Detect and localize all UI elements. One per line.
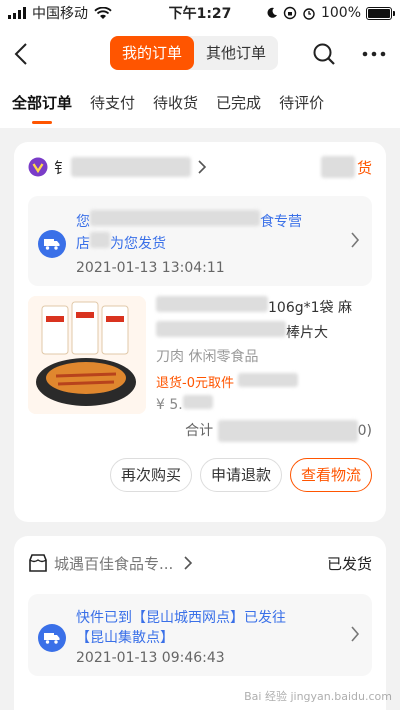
store-icon [29,554,47,572]
order-status: 货 [320,156,372,178]
product-image[interactable] [28,296,146,414]
product-title: 106g*1袋 麻 [156,296,372,317]
logistics-panel[interactable]: 您食专营 店为您发货 2021-01-13 13:04:11 [28,196,372,286]
order-card[interactable]: 钅 货 您食专营 店为您发货 2021-01-13 13:04:11 106g*… [14,142,386,522]
shop-name[interactable]: 城遇百佳食品专... [54,553,173,574]
order-type-switch: 我的订单 其他订单 [110,36,279,70]
tab-pending-review[interactable]: 待评价 [279,82,324,128]
order-status: 已发货 [326,554,372,573]
truck-icon [38,624,66,652]
tab-my-orders[interactable]: 我的订单 [110,36,195,70]
tab-pending-payment[interactable]: 待支付 [90,82,135,128]
chevron-right-icon [351,626,360,642]
alarm-icon [303,8,315,20]
view-logistics-button[interactable]: 查看物流 [289,458,372,492]
chevron-left-icon [14,43,27,65]
lock-rotation-icon [283,6,297,20]
redacted-total [217,420,358,442]
product-info: 106g*1袋 麻 棒片大 刀肉 休闲零食品 退货-0元取件 ¥ 5. [156,296,372,414]
battery-icon [366,6,395,20]
status-bar: 中国移动 下午1:27 100% [0,0,400,26]
return-tag: 退货-0元取件 [156,372,372,391]
product-title-line3: 刀肉 休闲零食品 [156,349,259,365]
tab-other-orders[interactable]: 其他订单 [194,36,278,70]
logistics-text: 快件已到【昆山城西网点】已发往【昆山集散点】 [76,610,286,646]
shop-header[interactable]: 城遇百佳食品专... 已发货 [14,536,386,590]
redacted-status [320,156,355,178]
logistics-time: 2021-01-13 13:04:11 [76,260,225,276]
tab-completed[interactable]: 已完成 [216,82,261,128]
shop-name[interactable]: 钅 [54,157,69,178]
chevron-right-icon [184,556,193,570]
watermark: Bai 经验 jingyan.baidu.com [244,690,392,703]
tab-pending-receipt[interactable]: 待收货 [153,82,198,128]
shop-badge-icon [28,157,48,177]
request-refund-button[interactable]: 申请退款 [199,458,282,492]
logistics-time: 2021-01-13 09:46:43 [76,650,225,666]
back-button[interactable] [14,34,44,74]
more-icon[interactable] [362,51,386,57]
product-title-line2: 棒片大 [156,321,372,342]
order-total: 合计 0) [28,420,372,442]
product-price: ¥ 5. [156,395,372,413]
truck-icon [38,230,66,258]
chevron-right-icon [351,232,360,248]
tab-all-orders[interactable]: 全部订单 [12,82,72,128]
product-item[interactable]: 106g*1袋 麻 棒片大 刀肉 休闲零食品 退货-0元取件 ¥ 5. [28,296,372,414]
moon-icon [267,7,277,18]
logistics-text: 您食专营 店为您发货 [76,210,332,254]
wifi-icon [94,6,112,19]
shop-header[interactable]: 钅 货 [14,142,386,192]
search-icon[interactable] [312,42,336,66]
top-bar: 我的订单 其他订单 [0,26,400,82]
battery-percent: 100% [320,5,361,21]
chevron-right-icon [198,160,207,174]
filter-tabs: 全部订单 待支付 待收货 已完成 待评价 [0,82,400,128]
logistics-panel[interactable]: 快件已到【昆山城西网点】已发往【昆山集散点】 2021-01-13 09:46:… [28,594,372,676]
redacted-shop-name [71,157,192,177]
carrier-label: 中国移动 [32,6,88,22]
order-actions: 再次购买 申请退款 查看物流 [28,458,372,492]
signal-icon [8,7,26,19]
order-card[interactable]: 城遇百佳食品专... 已发货 快件已到【昆山城西网点】已发往【昆山集散点】 20… [14,536,386,710]
buy-again-button[interactable]: 再次购买 [109,458,192,492]
